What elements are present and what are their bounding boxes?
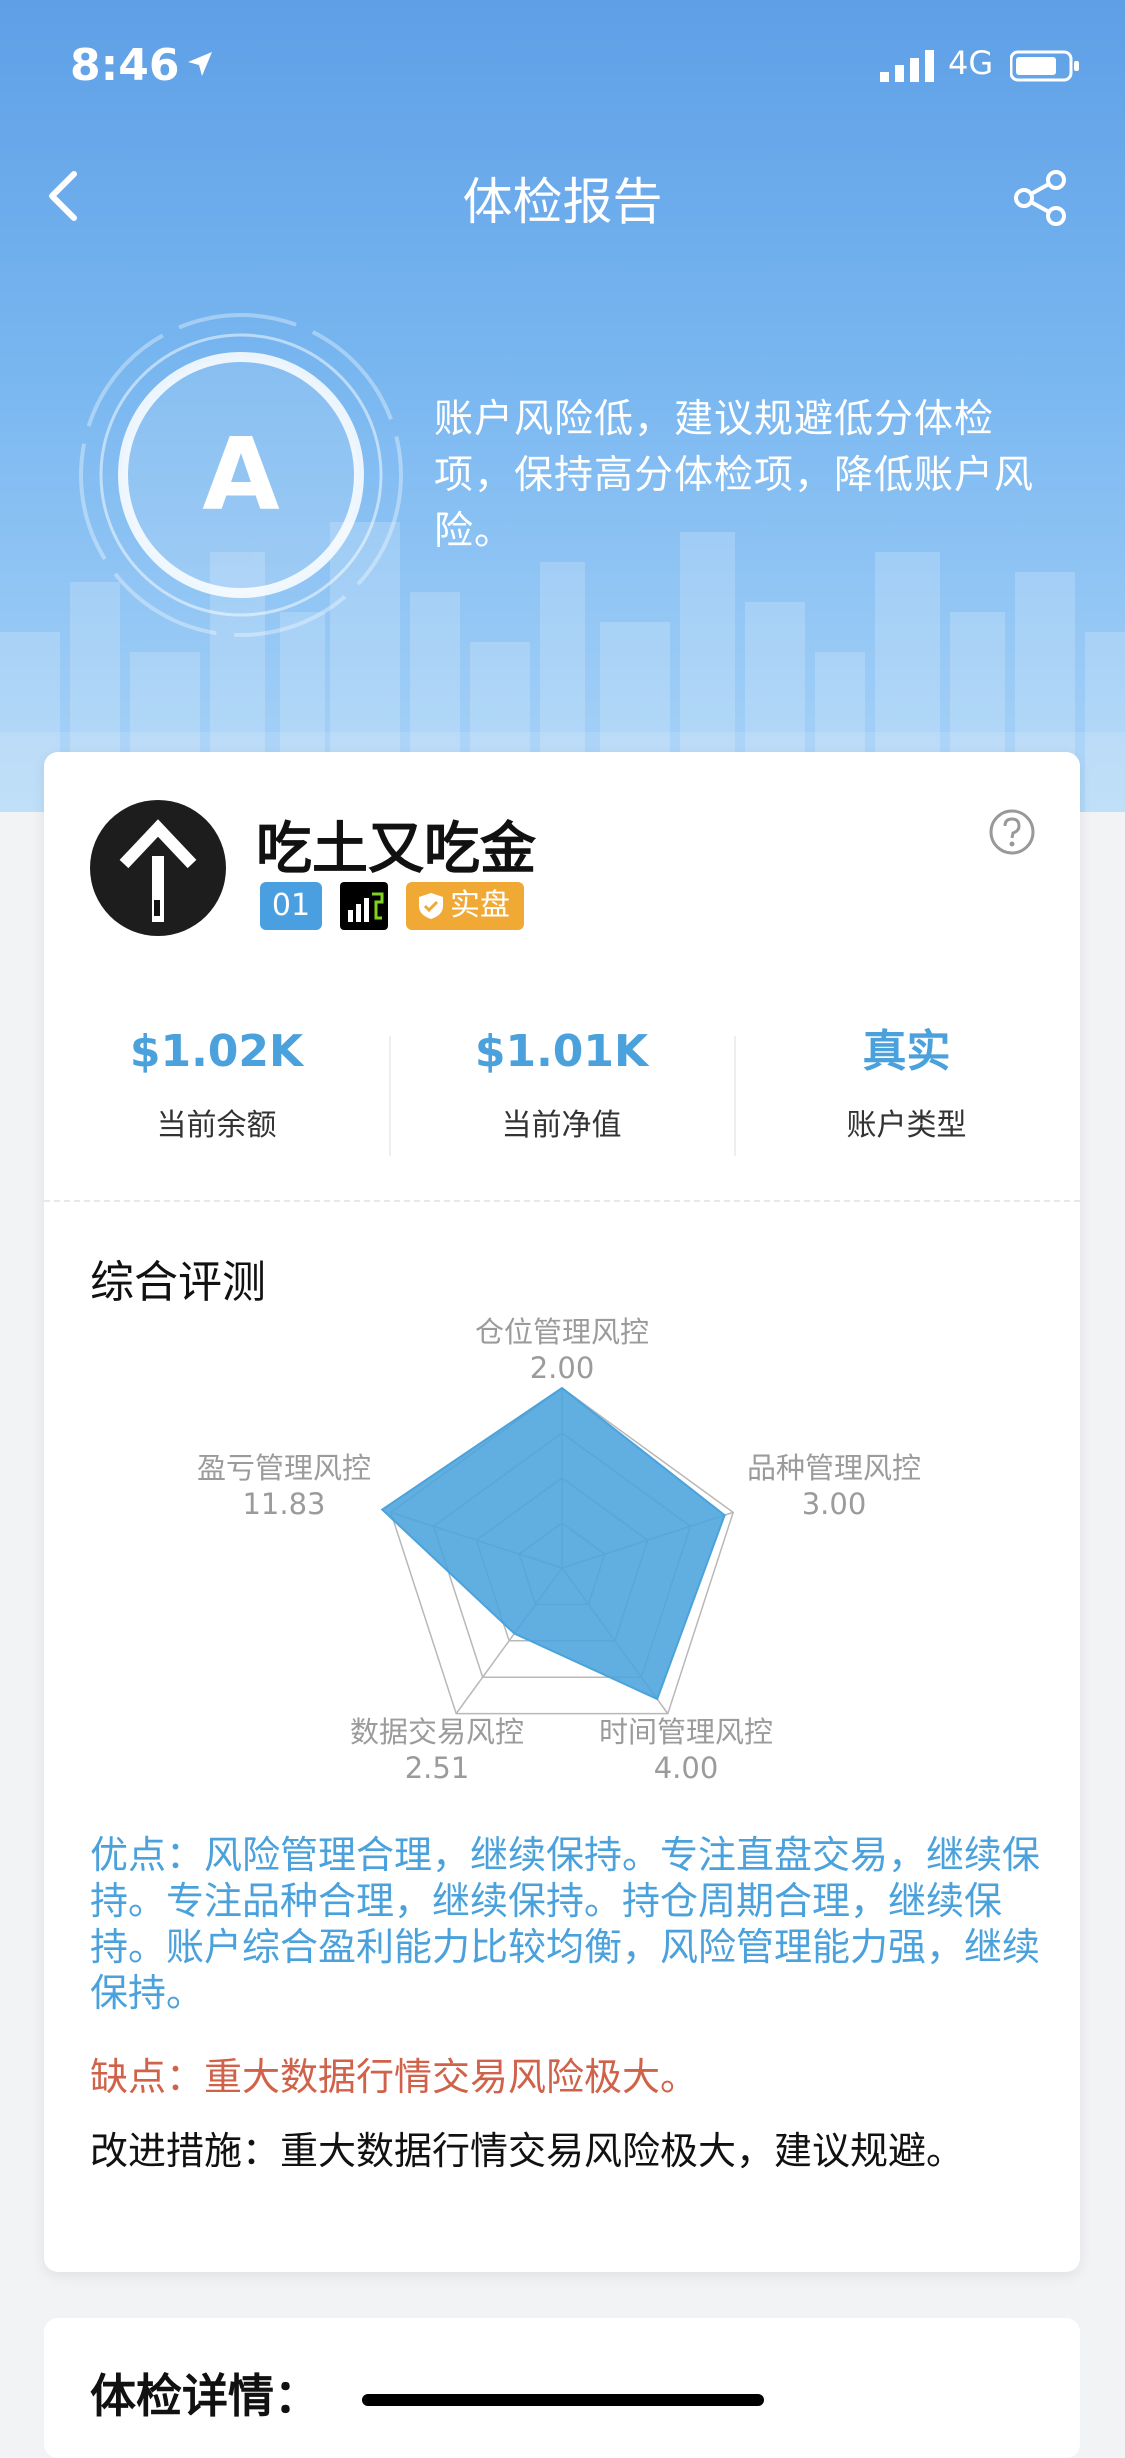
share-icon[interactable] (1010, 168, 1070, 228)
stat-account-type: 真实 账户类型 (734, 1022, 1079, 1144)
improvement-text: 改进措施：重大数据行情交易风险极大，建议规避。 (90, 2129, 965, 2173)
risk-summary: 账户风险低，建议规避低分体检项，保持高分体检项，降低账户风险。 (434, 397, 1035, 554)
stat-label: 当前净值 (501, 1108, 622, 1143)
broker-logo-icon (340, 882, 388, 930)
radar-axis-label: 时间管理风控 (599, 1715, 773, 1749)
home-indicator[interactable] (362, 2394, 764, 2406)
grade-letter: A (202, 416, 280, 533)
radar-axis-label: 品种管理风控 (747, 1451, 921, 1485)
report-card: 吃土又吃金 01 实盘 $1.02K 当前余额 $1.01K 当前净值 真实 账… (44, 752, 1080, 2272)
advantages-text: 优点：风险管理合理，继续保持。专注直盘交易，继续保持。专注品种合理，继续保持。持… (90, 1833, 1041, 2015)
stat-label: 账户类型 (846, 1108, 967, 1143)
stat-value: 真实 (862, 1026, 951, 1077)
status-time: 8:46 (70, 40, 180, 91)
stat-value: $1.02K (129, 1026, 304, 1077)
status-bar: 8:46 4G (0, 40, 1125, 100)
help-icon[interactable] (988, 808, 1036, 856)
stat-divider (734, 1036, 736, 1156)
radar-data-area (380, 1386, 726, 1701)
stat-equity: $1.01K 当前净值 (389, 1022, 734, 1144)
radar-value-label: 2.00 (530, 1351, 595, 1385)
up-arrow-icon (119, 819, 197, 922)
avatar[interactable] (90, 800, 226, 936)
live-account-label: 实盘 (450, 888, 510, 923)
detail-card: 体检详情： (44, 2318, 1080, 2458)
dashed-separator (44, 1200, 1080, 1202)
radar-value-label: 3.00 (802, 1487, 867, 1521)
account-number-badge: 01 (260, 882, 322, 930)
radar-axis-label: 数据交易风控 (350, 1715, 524, 1749)
disadvantages-text: 缺点：重大数据行情交易风险极大。 (90, 2055, 699, 2099)
radar-axis-label: 盈亏管理风控 (197, 1451, 371, 1485)
stat-divider (389, 1036, 391, 1156)
shield-check-icon (419, 893, 443, 919)
radar-value-label: 11.83 (242, 1487, 325, 1521)
detail-title: 体检详情： (90, 2369, 320, 2423)
section-title: 综合评测 (90, 1257, 266, 1308)
network-type: 4G (948, 44, 994, 82)
battery-icon (1010, 50, 1079, 82)
stat-value: $1.01K (474, 1026, 649, 1077)
stat-label: 当前余额 (156, 1108, 277, 1143)
page-title: 体检报告 (462, 173, 663, 231)
user-name: 吃土又吃金 (256, 817, 536, 882)
header-banner: 8:46 4G 体检报告 A 账户风险低，建议规避低分体检项，保持高分体检项，降… (0, 0, 1125, 812)
signal-bars-icon (880, 50, 934, 82)
radar-value-label: 2.51 (405, 1751, 470, 1785)
location-arrow-icon (188, 52, 212, 76)
radar-chart: 仓位管理风控2.00 品种管理风控3.00 时间管理风控4.00 数据交易风控2.51… (197, 1315, 921, 1785)
nav-bar: 体检报告 (0, 150, 1125, 240)
radar-value-label: 4.00 (654, 1751, 719, 1785)
radar-axis-label: 仓位管理风控 (475, 1315, 649, 1349)
stat-balance: $1.02K 当前余额 (44, 1022, 389, 1144)
live-account-badge: 实盘 (406, 882, 524, 930)
stats-row: $1.02K 当前余额 $1.01K 当前净值 真实 账户类型 (44, 1022, 1080, 1162)
